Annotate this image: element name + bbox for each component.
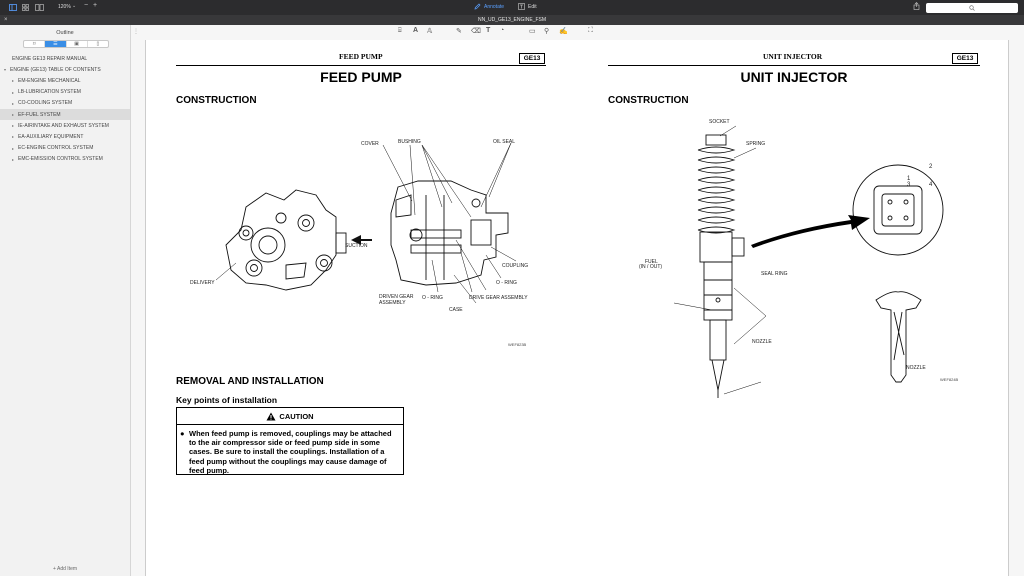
right-header-rule: [608, 65, 980, 66]
label-fuel-in-out: (IN / OUT): [639, 264, 663, 270]
right-figure-code: WEF824B: [940, 377, 959, 382]
label-driven-gear: DRIVEN GEAR ASSEMBLY: [379, 294, 414, 306]
search-icon: [969, 5, 975, 11]
label-o-ring-right: O - RING: [496, 280, 517, 286]
page-view-icon[interactable]: ▯: [88, 41, 108, 47]
text-select-icon[interactable]: ⌸: [398, 28, 402, 35]
outline-sidebar: Outline ⌑ ☰ ▣ ▯ ENGINE GE13 REPAIR MANUA…: [0, 25, 131, 576]
add-item-button[interactable]: + Add Item: [0, 566, 130, 572]
label-drive-gear: DRIVE GEAR ASSEMBLY: [469, 295, 528, 301]
share-icon[interactable]: [913, 2, 920, 12]
two-page-view-icon[interactable]: [33, 2, 46, 13]
label-socket: SOCKET: [709, 119, 730, 125]
unit-injector-diagram: [673, 125, 944, 398]
label-cover: COVER: [361, 141, 379, 147]
edit-label: Edit: [528, 3, 537, 10]
right-page-title: UNIT INJECTOR: [740, 69, 848, 85]
eraser-icon[interactable]: ⌫: [471, 27, 481, 35]
left-header-rule: [176, 65, 546, 66]
outline-item[interactable]: ▸ EC-ENGINE CONTROL SYSTEM: [0, 143, 130, 154]
outline-item[interactable]: ▸ EMC-EMISSION CONTROL SYSTEM: [0, 154, 130, 165]
annotate-button[interactable]: Annotate: [474, 3, 504, 10]
outline-item[interactable]: ▸ EM-ENGINE MECHANICAL: [0, 75, 130, 86]
left-figure-code: WEF823B: [508, 342, 527, 347]
fullscreen-icon[interactable]: ⛶: [588, 27, 593, 35]
textbox-icon[interactable]: T: [486, 27, 490, 34]
edit-text-icon: [518, 3, 525, 10]
label-nozzle-detail: NOZZLE: [906, 365, 926, 371]
label-coupling: COUPLING: [502, 263, 529, 269]
sidebar-toggle-icon[interactable]: [7, 2, 19, 13]
caution-header: CAUTION: [177, 408, 403, 425]
stamp-icon[interactable]: ⚲: [544, 27, 549, 35]
outline-view-icon[interactable]: ☰: [45, 41, 67, 47]
label-oil-seal: OIL SEAL: [493, 139, 516, 145]
caution-title: CAUTION: [279, 411, 314, 421]
pin-label-3: 3: [907, 182, 911, 188]
caution-box: CAUTION ● When feed pump is removed, cou…: [176, 407, 404, 475]
outline-item[interactable]: ▸ EA-AUXILIARY EQUIPMENT: [0, 131, 130, 142]
signature-icon[interactable]: ✍: [559, 27, 568, 35]
left-subheading: Key points of installation: [176, 395, 278, 405]
shape-text-icon[interactable]: 𝔸: [427, 27, 432, 35]
label-suction: SUCTION: [345, 243, 368, 249]
label-seal-ring: SEAL RING: [761, 271, 788, 277]
note-icon[interactable]: ▭: [529, 27, 536, 35]
annotation-toolbar: ⋮ ⌸ A 𝔸 ✎ ⌫ T ◔ ▭ ⚲ ✍ ⛶: [131, 25, 1024, 40]
sidebar-view-segmented-control: ⌑ ☰ ▣ ▯: [23, 40, 109, 48]
outline-item[interactable]: ▾ ENGINE (GE13) TABLE OF CONTENTS: [0, 64, 130, 75]
document-page: FEED PUMP GE13 FEED PUMP CONSTRUCTION CO…: [145, 40, 1009, 576]
right-section-construction: CONSTRUCTION: [608, 95, 689, 106]
left-header-badge: GE13: [519, 53, 545, 64]
sidebar-title: Outline: [56, 30, 74, 36]
search-input[interactable]: [926, 3, 1018, 13]
outline-item[interactable]: ▸ IE-AIRINTAKE AND EXHAUST SYSTEM: [0, 120, 130, 131]
label-case: CASE: [449, 307, 463, 313]
edit-button[interactable]: Edit: [518, 3, 537, 10]
caution-body: ● When feed pump is removed, couplings m…: [177, 425, 403, 479]
thumbnail-grid-icon[interactable]: [20, 2, 31, 13]
left-page-title: FEED PUMP: [320, 69, 402, 85]
label-spring: SPRING: [746, 141, 766, 147]
label-delivery: DELIVERY: [190, 280, 215, 286]
zoom-level[interactable]: 120%: [58, 4, 71, 10]
outline-item[interactable]: ▸ LB-LUBRICATION SYSTEM: [0, 87, 130, 98]
document-title-bar: × NN_UD_GE13_ENGINE_FSM: [0, 15, 1024, 25]
left-section-construction: CONSTRUCTION: [176, 95, 257, 106]
pen-icon[interactable]: ✎: [456, 27, 462, 35]
pencil-icon: [474, 3, 481, 10]
close-icon[interactable]: ×: [4, 17, 8, 23]
outline-item[interactable]: ENGINE GE13 REPAIR MANUAL: [0, 53, 130, 64]
chevron-down-icon[interactable]: ⌄: [72, 3, 76, 9]
document-title: NN_UD_GE13_ENGINE_FSM: [477, 17, 547, 23]
label-o-ring: O - RING: [422, 295, 443, 301]
outline-item-selected[interactable]: ▸ EF-FUEL SYSTEM: [0, 108, 130, 121]
document-area: ⋮ ⌸ A 𝔸 ✎ ⌫ T ◔ ▭ ⚲ ✍ ⛶ FEED PUMP GE13 F…: [131, 25, 1024, 576]
shapes-icon[interactable]: ◔: [500, 27, 504, 34]
bookmark-view-icon[interactable]: ⌑: [24, 41, 46, 47]
pin-label-2: 2: [929, 164, 933, 170]
outline-item[interactable]: ▸ CO-COOLING SYSTEM: [0, 98, 130, 109]
right-header-badge: GE13: [952, 53, 978, 64]
warning-icon: [266, 412, 276, 420]
annotate-label: Annotate: [484, 3, 505, 10]
drag-handle-icon[interactable]: ⋮: [133, 28, 139, 35]
annotation-view-icon[interactable]: ▣: [67, 41, 88, 47]
top-toolbar: 120% ⌄ − + Annotate Edit: [0, 0, 1024, 15]
caution-text: When feed pump is removed, couplings may…: [189, 429, 392, 475]
left-section-removal: REMOVAL AND INSTALLATION: [176, 376, 324, 387]
right-header-title: UNIT INJECTOR: [763, 52, 823, 61]
label-bushing: BUSHING: [398, 139, 421, 145]
pin-label-4: 4: [929, 182, 933, 188]
zoom-in-icon[interactable]: +: [93, 2, 97, 9]
outline-list: ENGINE GE13 REPAIR MANUAL ▾ ENGINE (GE13)…: [0, 53, 130, 165]
label-nozzle: NOZZLE: [752, 339, 772, 345]
text-tool-icon[interactable]: A: [413, 27, 418, 34]
zoom-out-icon[interactable]: −: [84, 2, 88, 9]
left-header-title: FEED PUMP: [339, 52, 383, 61]
bullet-icon: ●: [180, 429, 185, 438]
